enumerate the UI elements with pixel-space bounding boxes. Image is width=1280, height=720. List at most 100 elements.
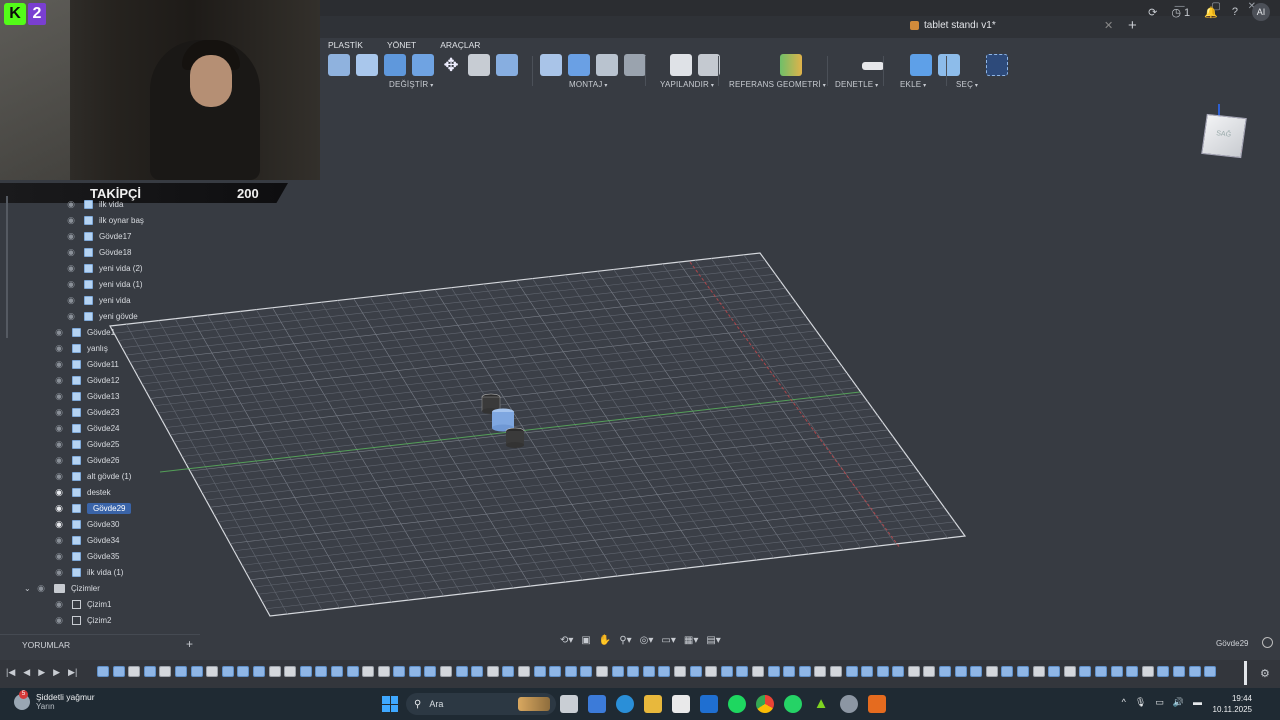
timeline-feature[interactable] [1204,666,1217,677]
display-settings-icon[interactable]: ▭▾ [661,635,675,646]
visibility-eye-icon[interactable]: ◉ [52,519,66,530]
browser-body-item[interactable]: ◉ Gövde11 [52,356,119,372]
timeline-feature[interactable] [362,666,375,677]
outlook-icon[interactable] [700,695,718,713]
help-icon[interactable]: ? [1232,6,1238,18]
timeline-feature[interactable] [970,666,983,677]
timeline-feature[interactable] [829,666,842,677]
offset-plane-icon[interactable] [780,54,802,76]
new-component-icon[interactable] [540,54,562,76]
timeline-feature[interactable] [97,666,109,677]
browser-body-item[interactable]: ◉ yeni gövde [64,308,138,324]
timeline-feature[interactable] [845,666,858,677]
timeline-feature[interactable] [502,666,515,677]
browser-body-item[interactable]: ◉ yanlış [52,340,108,356]
viewports-icon[interactable]: ▤▾ [706,635,720,646]
visibility-eye-icon[interactable]: ◉ [34,583,48,594]
obs-icon[interactable] [840,695,858,713]
timeline-feature[interactable] [237,666,250,677]
timeline-feature[interactable] [907,666,920,677]
timeline-feature[interactable] [377,666,390,677]
timeline-feature[interactable] [408,666,421,677]
fusion-icon[interactable] [868,695,886,713]
insert-menu[interactable]: EKLE [900,80,926,89]
timeline-feature[interactable] [128,666,141,677]
windows-start-icon[interactable] [382,696,398,712]
browser-body-item[interactable]: ◉ Gövde24 [52,420,119,436]
timeline-feature[interactable] [736,666,749,677]
timeline-settings-icon[interactable]: ⚙ [1260,667,1270,680]
visibility-eye-icon[interactable]: ◉ [52,535,66,546]
weather-widget[interactable]: 5 Şiddetli yağmur Yarın [14,689,95,711]
zoom-icon[interactable]: ⚲▾ [619,635,631,646]
play-icon[interactable]: ▶ [38,667,45,678]
timeline-feature[interactable] [1188,666,1201,677]
timeline-feature[interactable] [689,666,702,677]
visibility-eye-icon[interactable]: ◉ [64,231,78,242]
browser-sketch[interactable]: ◉ Çizim1 [52,596,111,612]
visibility-eye-icon[interactable]: ◉ [64,199,78,210]
visibility-eye-icon[interactable]: ◉ [52,551,66,562]
insert-derive-icon[interactable] [910,54,932,76]
timeline-feature[interactable] [1126,666,1139,677]
view-cube[interactable]: SAĞ [1201,113,1247,159]
timeline-feature[interactable] [393,666,406,677]
tab-plastic[interactable]: PLASTİK [328,40,363,50]
visibility-eye-icon[interactable]: ◉ [52,359,66,370]
browser-body-item[interactable]: ◉ yeni vida [64,292,131,308]
taskbar-search[interactable]: ⚲ Ara [406,693,556,715]
timeline-feature[interactable] [798,666,811,677]
browser-body-item[interactable]: ◉ Gövde30 [52,516,119,532]
user-avatar[interactable]: AI [1252,3,1270,21]
timeline-feature[interactable] [658,666,671,677]
microphone-icon[interactable]: 🎙 [1135,697,1146,708]
table-icon[interactable] [698,54,720,76]
timeline-feature[interactable] [330,666,343,677]
timeline-feature[interactable] [751,666,764,677]
timeline-feature[interactable] [939,666,952,677]
timeline-feature[interactable] [1063,666,1076,677]
timeline-feature[interactable] [533,666,546,677]
browser-body-item[interactable]: ◉ Gövde25 [52,436,119,452]
visibility-eye-icon[interactable]: ◉ [52,375,66,386]
file-explorer-icon[interactable] [644,695,662,713]
collapse-arrow-icon[interactable]: ⌄ [24,584,34,593]
visibility-eye-icon[interactable]: ◉ [64,215,78,226]
info-icon[interactable] [1262,637,1273,648]
timeline-feature[interactable] [596,666,608,677]
timeline-feature[interactable] [159,666,172,677]
visibility-eye-icon[interactable]: ◉ [52,471,66,482]
fillet-icon[interactable] [356,54,378,76]
joint-origin-icon[interactable] [624,54,646,76]
add-comment-button[interactable]: + [186,637,193,651]
reference-geometry-menu[interactable]: REFERANS GEOMETRİ [729,80,826,89]
browser-body-item[interactable]: ◉ ilk vida [64,196,123,212]
timeline-feature[interactable] [1172,666,1185,677]
timeline-feature[interactable] [486,666,499,677]
new-tab-button[interactable]: + [1128,17,1137,34]
browser-body-item[interactable]: ◉ Gövde26 [52,452,119,468]
timeline-feature[interactable] [892,666,905,677]
visibility-eye-icon[interactable]: ◉ [52,615,66,626]
visibility-eye-icon[interactable]: ◉ [52,503,66,514]
assembly-menu[interactable]: MONTAJ [569,80,608,89]
go-to-start-icon[interactable]: |◀ [6,667,15,678]
timeline-feature[interactable] [206,666,219,677]
timeline-feature[interactable] [252,666,265,677]
pan-icon[interactable]: ✋ [599,635,611,646]
move-icon[interactable]: ✥ [440,54,462,76]
browser-body-item[interactable]: ◉ Gövde1 [52,324,115,340]
browser-folder[interactable]: ⌄ ◉ Çizimler [24,580,100,596]
timeline-feature[interactable] [580,666,593,677]
press-pull-icon[interactable] [328,54,350,76]
show-hidden-icons[interactable]: ^ [1122,697,1126,708]
timeline-feature[interactable] [143,666,156,677]
visibility-eye-icon[interactable]: ◉ [64,279,78,290]
chamfer-icon[interactable] [384,54,406,76]
browser-body-item[interactable]: ◉ yeni vida (1) [64,276,143,292]
browser-body-item[interactable]: ◉ Gövde34 [52,532,119,548]
browser-sketch[interactable]: ◉ Çizim2 [52,612,111,628]
visibility-eye-icon[interactable]: ◉ [52,343,66,354]
timeline-feature[interactable] [876,666,889,677]
timeline-feature[interactable] [767,666,780,677]
